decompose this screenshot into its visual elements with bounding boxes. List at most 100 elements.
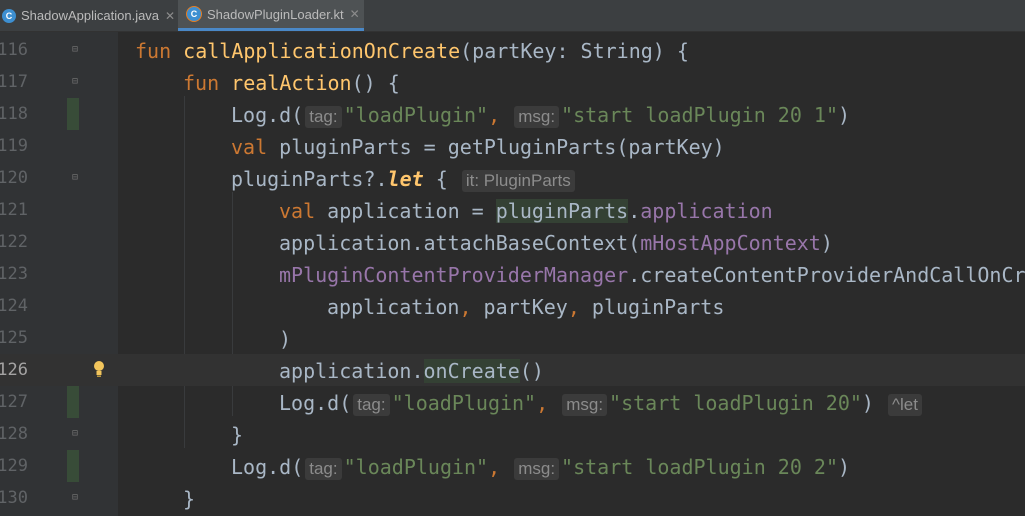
code-fragment: . — [628, 199, 641, 223]
change-marker[interactable] — [67, 98, 79, 130]
parameter-hint: tag: — [353, 394, 390, 416]
string-literal: "loadPlugin" — [343, 103, 489, 127]
code-line[interactable]: 127 Log.d(tag: "loadPlugin", msg: "start l… — [0, 386, 1025, 418]
comma: , — [488, 103, 501, 127]
tab-label: ShadowPluginLoader.kt — [207, 6, 344, 22]
code-line[interactable]: 129 Log.d(tag: "loadPlugin", msg: "start l… — [0, 450, 1025, 482]
string-literal: "start loadPlugin 20" — [609, 391, 862, 415]
code-fragment: (partKey: String) { — [460, 39, 689, 63]
highlighted-identifier: pluginParts — [495, 199, 629, 223]
code-text: val pluginParts = getPluginParts(partKey… — [231, 135, 725, 159]
code-fragment: pluginParts = getPluginParts(partKey) — [279, 135, 725, 159]
code-fragment: ) — [861, 391, 874, 415]
code-fragment: Log.d( — [231, 455, 304, 479]
editor-tab-bar: C ShadowApplication.java ✕ C ShadowPlugi… — [0, 0, 1025, 32]
change-marker[interactable] — [67, 450, 79, 482]
line-number: 125 — [0, 328, 28, 348]
code-fragment: pluginParts?. — [231, 167, 388, 191]
code-text: application.attachBaseContext(mHostAppCo… — [279, 231, 833, 255]
keyword: val — [231, 135, 268, 159]
code-text: pluginParts?.let { it: PluginParts — [231, 167, 577, 192]
code-text: Log.d(tag: "loadPlugin", msg: "start loadP… — [231, 103, 850, 128]
parameter-hint: tag: — [305, 106, 342, 128]
code-fragment: Log.d( — [231, 103, 304, 127]
line-number: 129 — [0, 456, 28, 476]
line-number: 123 — [0, 264, 28, 284]
property: mPluginContentProviderManager — [279, 263, 629, 287]
fold-icon[interactable]: ⊟ — [72, 44, 82, 55]
line-number: 117 — [0, 72, 28, 92]
code-line[interactable]: 125 ) — [0, 322, 1025, 354]
comma: , — [567, 295, 580, 319]
code-line[interactable]: 124 application, partKey, pluginParts — [0, 290, 1025, 322]
code-text: fun realAction() { — [183, 71, 400, 95]
function-name: realAction — [231, 71, 352, 95]
lightbulb-icon[interactable] — [93, 360, 105, 378]
tab-shadow-application-java[interactable]: C ShadowApplication.java ✕ — [0, 0, 178, 31]
string-literal: "loadPlugin" — [343, 455, 489, 479]
fold-icon[interactable]: ⊟ — [72, 492, 82, 503]
comma: , — [488, 455, 501, 479]
code-text: fun callApplicationOnCreate(partKey: Str… — [135, 39, 689, 63]
parameter-hint: tag: — [305, 458, 342, 480]
property: application — [640, 199, 773, 223]
code-line[interactable]: 116 ⊟ fun callApplicationOnCreate(partKe… — [0, 34, 1025, 66]
code-text: val application = pluginParts.applicatio… — [279, 199, 773, 223]
line-number: 130 — [0, 488, 28, 508]
code-editor[interactable]: 116 ⊟ fun callApplicationOnCreate(partKe… — [0, 32, 1025, 516]
line-number: 119 — [0, 136, 28, 156]
code-fragment: partKey — [471, 295, 568, 319]
code-line[interactable]: 119 val pluginParts = getPluginParts(par… — [0, 130, 1025, 162]
parameter-hint: msg: — [514, 458, 560, 480]
code-line[interactable]: 120 ⊟ pluginParts?.let { it: PluginParts — [0, 162, 1025, 194]
fold-icon[interactable]: ⊟ — [72, 172, 82, 183]
code-fragment: Log.d( — [279, 391, 352, 415]
keyword: val — [279, 199, 316, 223]
tab-shadow-plugin-loader-kt[interactable]: C ShadowPluginLoader.kt ✕ — [178, 0, 364, 31]
keyword: fun — [183, 71, 220, 95]
lambda-hint: it: PluginParts — [461, 170, 575, 192]
property: mHostAppContext — [640, 231, 821, 255]
change-marker[interactable] — [67, 386, 79, 418]
string-literal: "start loadPlugin 20 2" — [561, 455, 838, 479]
line-number: 116 — [0, 40, 28, 60]
tab-label: ShadowApplication.java — [21, 8, 160, 23]
code-fragment: application. — [279, 359, 424, 383]
let-function: let — [387, 167, 424, 191]
code-fragment: application = — [327, 199, 496, 223]
code-line[interactable]: 121 val application = pluginParts.applic… — [0, 194, 1025, 226]
code-fragment: { — [435, 167, 448, 191]
code-fragment: ) — [820, 231, 833, 255]
fold-icon[interactable]: ⊟ — [72, 428, 82, 439]
code-text: Log.d(tag: "loadPlugin", msg: "start loadP… — [279, 391, 924, 416]
code-line[interactable]: 117 ⊟ fun realAction() { — [0, 66, 1025, 98]
code-line[interactable]: 122 application.attachBaseContext(mHostA… — [0, 226, 1025, 258]
line-number: 127 — [0, 392, 28, 412]
line-number: 118 — [0, 104, 28, 124]
code-line[interactable]: 128 ⊟ } — [0, 418, 1025, 450]
code-text: mPluginContentProviderManager.createCont… — [279, 263, 1025, 287]
close-icon[interactable]: ✕ — [350, 7, 360, 21]
code-line-current[interactable]: 126 application.onCreate() — [0, 354, 1025, 386]
highlighted-identifier: onCreate — [423, 359, 520, 383]
code-fragment: ) — [838, 455, 851, 479]
line-number: 124 — [0, 296, 28, 316]
string-literal: "loadPlugin" — [391, 391, 537, 415]
line-number: 126 — [0, 360, 28, 380]
code-line[interactable]: 118 Log.d(tag: "loadPlugin", msg: "start l… — [0, 98, 1025, 130]
close-icon[interactable]: ✕ — [165, 9, 175, 23]
line-number: 128 — [0, 424, 28, 444]
code-text: } — [183, 487, 196, 511]
code-text: Log.d(tag: "loadPlugin", msg: "start loadP… — [231, 455, 850, 480]
code-text: ) — [279, 327, 292, 351]
return-hint: ^let — [888, 394, 922, 416]
comma: , — [536, 391, 549, 415]
code-fragment: .createContentProviderAndCallOnCre — [628, 263, 1025, 287]
code-fragment: () — [519, 359, 544, 383]
keyword: fun — [135, 39, 172, 63]
code-line[interactable]: 123 mPluginContentProviderManager.create… — [0, 258, 1025, 290]
code-line[interactable]: 130 ⊟ } — [0, 482, 1025, 514]
string-literal: "start loadPlugin 20 1" — [561, 103, 838, 127]
function-name: callApplicationOnCreate — [183, 39, 461, 63]
fold-icon[interactable]: ⊟ — [72, 76, 82, 87]
